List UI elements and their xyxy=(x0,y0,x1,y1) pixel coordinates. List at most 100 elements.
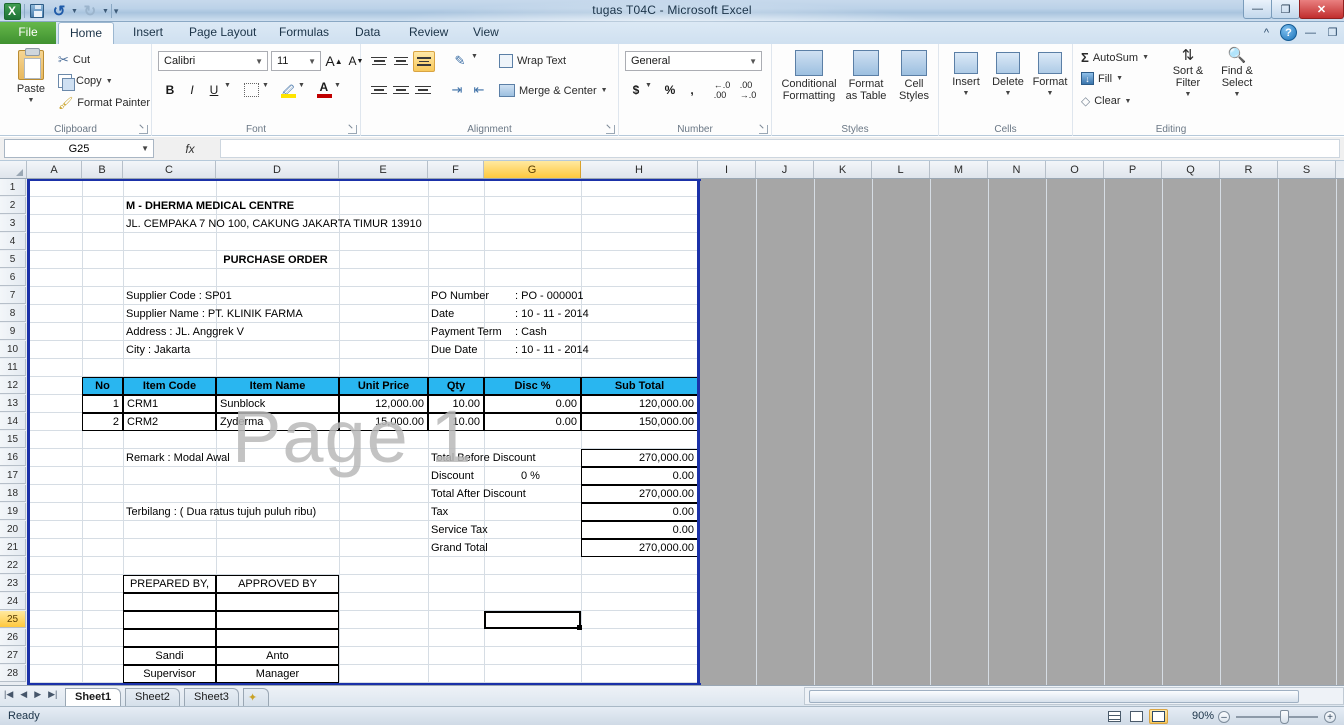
sig-prepared-title[interactable]: Supervisor xyxy=(123,665,216,683)
format-as-table-button[interactable]: Format as Table xyxy=(842,50,890,102)
bold-button[interactable]: B xyxy=(160,80,180,100)
table-header-2[interactable]: Item Name xyxy=(216,377,339,395)
cell-po-field-value-3[interactable]: : 10 - 11 - 2014 xyxy=(512,341,672,358)
formula-input[interactable] xyxy=(220,139,1340,158)
sig-approved-by-header[interactable]: APPROVED BY xyxy=(216,575,339,593)
next-sheet-icon[interactable]: ▶ xyxy=(34,689,41,700)
restore-workbook-icon[interactable]: ❐ xyxy=(1324,24,1341,41)
tab-data[interactable]: Data xyxy=(344,22,391,44)
column-header-b[interactable]: B xyxy=(82,161,123,178)
column-header-s[interactable]: S xyxy=(1278,161,1336,178)
ribbon-help-controls[interactable]: ^ ? — ❐ xyxy=(1258,24,1341,41)
paste-button[interactable]: Paste ▼ xyxy=(8,48,54,107)
align-left-button[interactable] xyxy=(369,80,389,100)
conditional-formatting-button[interactable]: Conditional Formatting xyxy=(778,50,840,102)
cell-po-field-label-0[interactable]: PO Number xyxy=(428,287,508,304)
insert-cells-button[interactable]: Insert ▼ xyxy=(945,52,987,100)
total-label-3[interactable]: Tax xyxy=(428,503,581,521)
chevron-down-icon[interactable]: ▼ xyxy=(747,57,759,66)
number-dialog-launcher[interactable] xyxy=(759,125,768,134)
total-value-1[interactable]: 0.00 xyxy=(581,467,698,485)
total-label-4[interactable]: Service Tax xyxy=(428,521,581,539)
orientation-button[interactable]: ✎ xyxy=(449,51,471,71)
row-header-25[interactable]: 25 xyxy=(0,611,26,628)
tab-formulas[interactable]: Formulas xyxy=(268,22,340,44)
row-header-14[interactable]: 14 xyxy=(0,413,26,430)
column-header-c[interactable]: C xyxy=(123,161,216,178)
row-header-24[interactable]: 24 xyxy=(0,593,26,610)
row-header-7[interactable]: 7 xyxy=(0,287,26,304)
align-top-button[interactable] xyxy=(369,51,389,71)
total-label-1[interactable]: Discount xyxy=(428,467,581,485)
total-value-2[interactable]: 270,000.00 xyxy=(581,485,698,503)
name-box[interactable]: G25 ▼ xyxy=(4,139,154,158)
tab-home[interactable]: Home xyxy=(58,22,115,44)
row-header-10[interactable]: 10 xyxy=(0,341,26,358)
page-break-line-right[interactable] xyxy=(697,179,700,685)
font-size-combo[interactable]: 11 ▼ xyxy=(271,51,321,71)
sig-prepared-blank-24[interactable] xyxy=(123,593,216,611)
page-break-line-top[interactable] xyxy=(27,179,701,181)
row-header-13[interactable]: 13 xyxy=(0,395,26,412)
row-header-20[interactable]: 20 xyxy=(0,521,26,538)
total-extra-1[interactable]: 0 % xyxy=(518,467,558,485)
table-header-4[interactable]: Qty xyxy=(428,377,484,395)
restore-button[interactable]: ❐ xyxy=(1271,0,1300,19)
font-color-button[interactable]: A xyxy=(314,80,334,100)
tab-page-layout[interactable]: Page Layout xyxy=(178,22,267,44)
total-value-0[interactable]: 270,000.00 xyxy=(581,449,698,467)
row-header-3[interactable]: 3 xyxy=(0,215,26,232)
font-color-dropdown-icon[interactable]: ▼ xyxy=(334,82,341,89)
row-header-5[interactable]: 5 xyxy=(0,251,26,268)
alignment-dialog-launcher[interactable] xyxy=(606,125,615,134)
cell-supplier-field-1[interactable]: Supplier Name : PT. KLINIK FARMA xyxy=(123,305,428,322)
column-header-o[interactable]: O xyxy=(1046,161,1104,178)
sheet-tab-sheet3[interactable]: Sheet3 xyxy=(184,688,239,707)
sig-approved-blank-25[interactable] xyxy=(216,611,339,629)
row-header-2[interactable]: 2 xyxy=(0,197,26,214)
select-all-corner[interactable] xyxy=(0,161,27,178)
increase-font-size-button[interactable]: A ▲ xyxy=(324,51,344,71)
chevron-down-icon[interactable]: ▼ xyxy=(306,57,318,66)
new-sheet-button[interactable]: ✦ xyxy=(243,688,269,707)
column-header-l[interactable]: L xyxy=(872,161,930,178)
table-cell-r1-c3[interactable]: 15,000.00 xyxy=(339,413,428,431)
spreadsheet-grid[interactable]: ABCDEFGHIJKLMNOPQRS 1 2 3 4 5 6 7 8 9 10 11 12 13 14 1… xyxy=(0,161,1344,685)
total-label-5[interactable]: Grand Total xyxy=(428,539,581,557)
row-header-1[interactable]: 1 xyxy=(0,179,26,196)
row-header-27[interactable]: 27 xyxy=(0,647,26,664)
row-headers[interactable]: 1 2 3 4 5 6 7 8 9 10 11 12 13 14 15 16 17 18 19 20 21 22 23 24 2… xyxy=(0,179,27,685)
currency-dropdown-icon[interactable]: ▼ xyxy=(645,82,652,89)
sheet-tab-sheet1[interactable]: Sheet1 xyxy=(65,688,122,707)
copy-button[interactable]: Copy ▼ xyxy=(58,74,113,91)
column-header-g[interactable]: G xyxy=(484,161,581,178)
formula-bar[interactable]: G25 ▼ fx xyxy=(0,137,1344,161)
help-icon[interactable]: ? xyxy=(1280,24,1297,41)
insert-function-icon[interactable]: fx xyxy=(160,142,220,156)
ribbon[interactable]: Paste ▼ ✂ Cut Copy ▼ 🖌 Format Painter Cl… xyxy=(0,44,1344,136)
chevron-down-icon[interactable]: ▼ xyxy=(253,57,265,66)
sig-approved-title[interactable]: Manager xyxy=(216,665,339,683)
orientation-dropdown-icon[interactable]: ▼ xyxy=(471,53,478,60)
row-header-19[interactable]: 19 xyxy=(0,503,26,520)
total-value-5[interactable]: 270,000.00 xyxy=(581,539,698,557)
sig-approved-name[interactable]: Anto xyxy=(216,647,339,665)
fill-button[interactable]: ↓ Fill ▼ xyxy=(1081,72,1123,85)
collapse-ribbon-icon[interactable]: ^ xyxy=(1258,24,1275,41)
underline-dropdown-icon[interactable]: ▼ xyxy=(224,82,231,89)
table-cell-r0-c5[interactable]: 0.00 xyxy=(484,395,581,413)
column-header-p[interactable]: P xyxy=(1104,161,1162,178)
sig-prepared-name[interactable]: Sandi xyxy=(123,647,216,665)
align-bottom-button[interactable] xyxy=(413,51,435,72)
percent-button[interactable]: % xyxy=(661,80,679,100)
sheet-tab-sheet2[interactable]: Sheet2 xyxy=(125,688,180,707)
column-header-q[interactable]: Q xyxy=(1162,161,1220,178)
cell-supplier-field-2[interactable]: Address : JL. Anggrek V xyxy=(123,323,428,340)
row-header-23[interactable]: 23 xyxy=(0,575,26,592)
view-mode-buttons[interactable] xyxy=(1105,709,1168,724)
cell-company-address[interactable]: JL. CEMPAKA 7 NO 100, CAKUNG JAKARTA TIM… xyxy=(123,215,698,232)
table-cell-r0-c4[interactable]: 10.00 xyxy=(428,395,484,413)
cell-company-name[interactable]: M - DHERMA MEDICAL CENTRE xyxy=(123,197,698,214)
cell-terbilang[interactable]: Terbilang : ( Dua ratus tujuh puluh ribu… xyxy=(123,503,428,520)
italic-button[interactable]: I xyxy=(182,80,202,100)
